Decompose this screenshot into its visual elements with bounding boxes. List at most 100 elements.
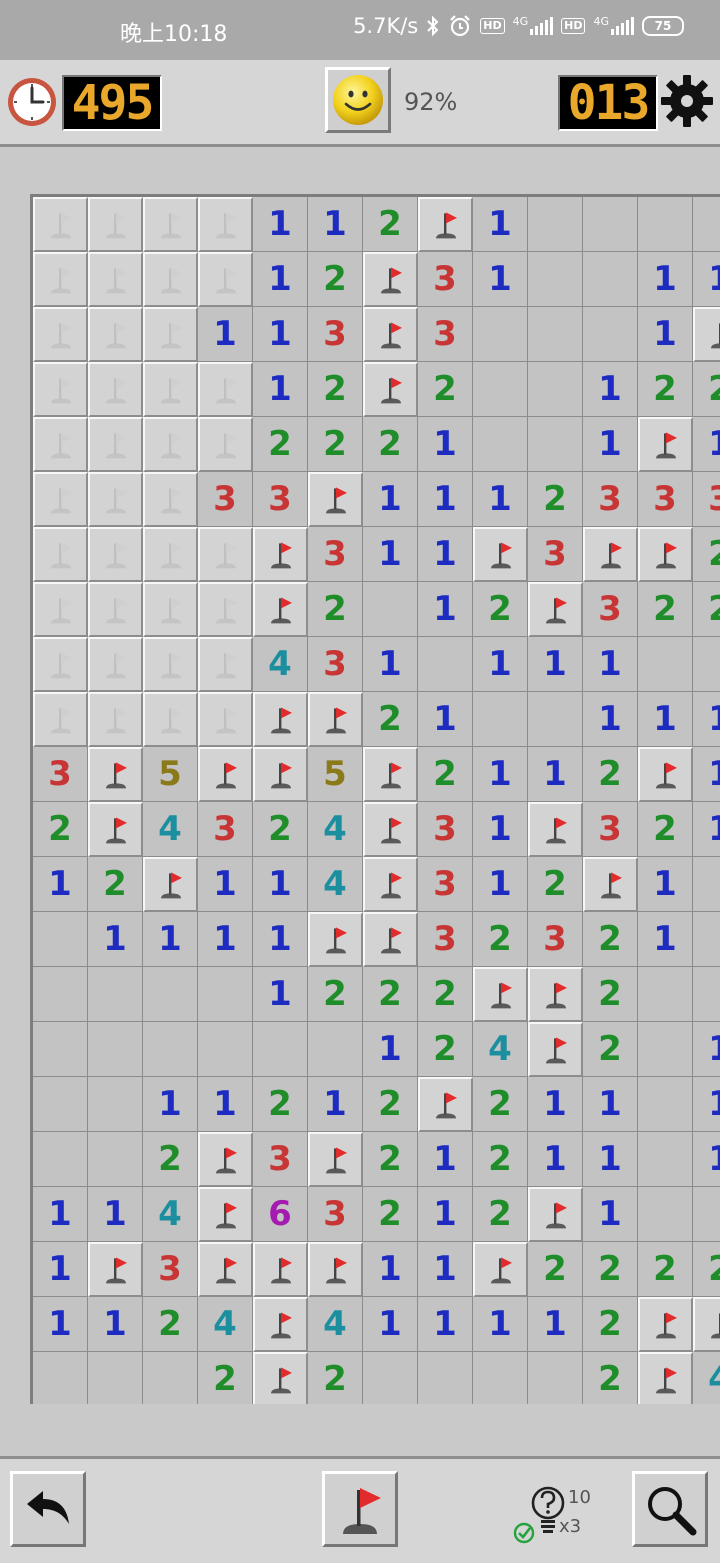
cell-empty[interactable] (473, 692, 528, 747)
cell-number[interactable]: 1 (88, 1187, 143, 1242)
cell-number[interactable]: 4 (143, 802, 198, 857)
cell-flagged[interactable] (253, 1242, 308, 1297)
cell-unopened[interactable] (88, 472, 143, 527)
cell-empty[interactable] (33, 1077, 88, 1132)
cell-unopened[interactable] (33, 692, 88, 747)
cell-number[interactable]: 2 (308, 582, 363, 637)
cell-number[interactable]: 2 (363, 1132, 418, 1187)
cell-empty[interactable] (583, 252, 638, 307)
cell-number[interactable]: 1 (473, 252, 528, 307)
cell-flagged[interactable] (638, 417, 693, 472)
cell-number[interactable]: 1 (363, 637, 418, 692)
cell-number[interactable]: 1 (418, 1187, 473, 1242)
cell-empty[interactable] (33, 1352, 88, 1404)
cell-number[interactable]: 6 (253, 1187, 308, 1242)
cell-number[interactable]: 1 (528, 1132, 583, 1187)
cell-number[interactable]: 1 (198, 912, 253, 967)
cell-number[interactable]: 3 (418, 802, 473, 857)
cell-number[interactable]: 1 (198, 1077, 253, 1132)
cell-empty[interactable] (693, 912, 720, 967)
cell-unopened[interactable] (198, 362, 253, 417)
cell-number[interactable]: 1 (528, 1077, 583, 1132)
cell-empty[interactable] (473, 362, 528, 417)
cell-empty[interactable] (88, 1022, 143, 1077)
cell-empty[interactable] (308, 1022, 363, 1077)
cell-empty[interactable] (528, 197, 583, 252)
cell-number[interactable]: 1 (418, 1132, 473, 1187)
cell-number[interactable]: 1 (308, 197, 363, 252)
cell-unopened[interactable] (33, 252, 88, 307)
cell-number[interactable]: 3 (418, 307, 473, 362)
cell-unopened[interactable] (33, 527, 88, 582)
cell-number[interactable]: 2 (308, 417, 363, 472)
cell-number[interactable]: 1 (583, 1132, 638, 1187)
cell-unopened[interactable] (198, 527, 253, 582)
cell-number[interactable]: 1 (473, 802, 528, 857)
cell-empty[interactable] (473, 417, 528, 472)
cell-empty[interactable] (583, 197, 638, 252)
cell-number[interactable]: 2 (418, 747, 473, 802)
cell-unopened[interactable] (88, 417, 143, 472)
cell-number[interactable]: 2 (363, 1077, 418, 1132)
cell-number[interactable]: 2 (88, 857, 143, 912)
cell-flagged[interactable] (198, 747, 253, 802)
zoom-button[interactable] (632, 1471, 708, 1547)
cell-number[interactable]: 2 (253, 802, 308, 857)
cell-number[interactable]: 1 (528, 637, 583, 692)
cell-empty[interactable] (143, 1352, 198, 1404)
cell-number[interactable]: 1 (528, 747, 583, 802)
cell-number[interactable]: 3 (583, 472, 638, 527)
cell-number[interactable]: 1 (418, 1242, 473, 1297)
cell-empty[interactable] (528, 1352, 583, 1404)
cell-number[interactable]: 2 (418, 1022, 473, 1077)
cell-number[interactable]: 1 (363, 1022, 418, 1077)
cell-flagged[interactable] (308, 472, 363, 527)
cell-flagged[interactable] (638, 1352, 693, 1404)
cell-number[interactable]: 1 (143, 1077, 198, 1132)
cell-number[interactable]: 2 (473, 1187, 528, 1242)
cell-number[interactable]: 1 (363, 1297, 418, 1352)
undo-button[interactable] (10, 1471, 86, 1547)
cell-flagged[interactable] (88, 802, 143, 857)
cell-empty[interactable] (363, 582, 418, 637)
cell-number[interactable]: 1 (253, 912, 308, 967)
hint-button[interactable]: 10 x3 (512, 1483, 592, 1553)
cell-number[interactable]: 4 (308, 1297, 363, 1352)
cell-unopened[interactable] (33, 582, 88, 637)
cell-number[interactable]: 1 (418, 527, 473, 582)
cell-empty[interactable] (693, 857, 720, 912)
cell-number[interactable]: 2 (308, 362, 363, 417)
cell-unopened[interactable] (88, 307, 143, 362)
cell-number[interactable]: 1 (253, 857, 308, 912)
cell-flagged[interactable] (308, 1242, 363, 1297)
cell-number[interactable]: 3 (198, 802, 253, 857)
cell-number[interactable]: 2 (308, 1352, 363, 1404)
cell-unopened[interactable] (198, 417, 253, 472)
cell-number[interactable]: 2 (583, 1242, 638, 1297)
cell-empty[interactable] (473, 1352, 528, 1404)
cell-number[interactable]: 1 (638, 912, 693, 967)
cell-number[interactable]: 2 (583, 747, 638, 802)
cell-empty[interactable] (473, 307, 528, 362)
cell-number[interactable]: 2 (583, 912, 638, 967)
cell-flagged[interactable] (143, 857, 198, 912)
cell-number[interactable]: 1 (253, 307, 308, 362)
cell-flagged[interactable] (363, 912, 418, 967)
cell-number[interactable]: 2 (583, 1352, 638, 1404)
cell-unopened[interactable] (143, 252, 198, 307)
cell-unopened[interactable] (143, 417, 198, 472)
cell-flagged[interactable] (693, 307, 720, 362)
cell-empty[interactable] (638, 197, 693, 252)
cell-number[interactable]: 2 (528, 472, 583, 527)
cell-number[interactable]: 1 (693, 692, 720, 747)
cell-flagged[interactable] (253, 1297, 308, 1352)
cell-number[interactable]: 1 (418, 692, 473, 747)
cell-number[interactable]: 3 (418, 912, 473, 967)
cell-number[interactable]: 2 (143, 1132, 198, 1187)
cell-empty[interactable] (33, 912, 88, 967)
cell-empty[interactable] (638, 1187, 693, 1242)
cell-flagged[interactable] (308, 692, 363, 747)
cell-number[interactable]: 1 (418, 472, 473, 527)
cell-empty[interactable] (198, 1022, 253, 1077)
cell-flagged[interactable] (638, 527, 693, 582)
